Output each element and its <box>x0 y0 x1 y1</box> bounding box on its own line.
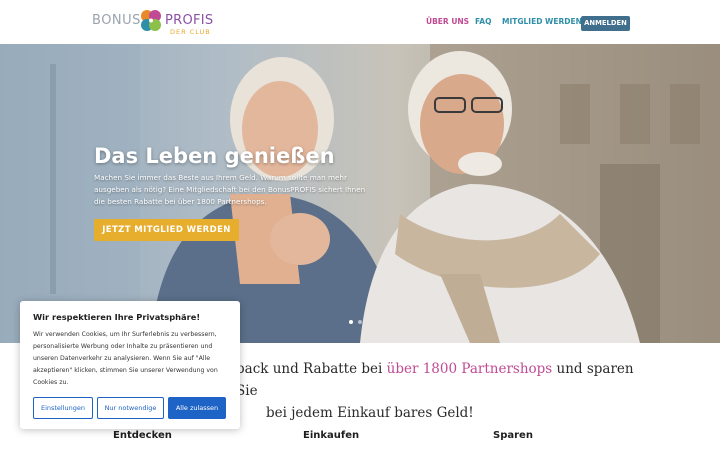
cookie-banner: Wir respektieren Ihre Privatsphäre! Wir … <box>20 301 240 429</box>
cookie-accept-button[interactable]: Alle zulassen <box>168 397 226 419</box>
join-now-button[interactable]: JETZT MITGLIED WERDEN <box>94 219 239 241</box>
slider-dot[interactable] <box>358 320 362 324</box>
cookie-title: Wir respektieren Ihre Privatsphäre! <box>33 312 201 322</box>
login-button[interactable]: ANMELDEN <box>581 16 630 31</box>
page: BONUS PROFIS DER CLUB ÜBER UNS FAQ MITGL… <box>0 0 720 450</box>
logo[interactable]: BONUS PROFIS DER CLUB <box>92 6 217 38</box>
site-header: BONUS PROFIS DER CLUB ÜBER UNS FAQ MITGL… <box>0 0 720 44</box>
intro-text: back und Rabatte bei über 1800 Partnersh… <box>236 358 656 424</box>
nav-faq[interactable]: FAQ <box>475 17 491 26</box>
column-title-entdecken: Entdecken <box>113 430 172 441</box>
logo-text-club: DER CLUB <box>170 28 211 36</box>
cookie-necessary-button[interactable]: Nur notwendige <box>97 397 164 419</box>
intro-highlight: über 1800 Partnershops <box>386 361 553 377</box>
logo-text-bonus: BONUS <box>92 13 141 28</box>
logo-text-profis: PROFIS <box>165 13 214 28</box>
clover-icon <box>141 10 161 31</box>
slider-dot-active[interactable] <box>349 320 353 324</box>
cookie-text: Wir verwenden Cookies, um Ihr Surferlebn… <box>33 331 218 386</box>
column-title-einkaufen: Einkaufen <box>303 430 360 441</box>
hero-slider: Das Leben genießen Machen Sie immer das … <box>0 44 720 343</box>
hero-title: Das Leben genießen <box>94 144 335 168</box>
nav-ueber-uns[interactable]: ÜBER UNS <box>426 17 469 26</box>
intro-text-part1: back und Rabatte bei <box>236 361 387 377</box>
cookie-settings-button[interactable]: Einstellungen <box>33 397 93 419</box>
intro-text-line2: bei jedem Einkauf bares Geld! <box>266 405 474 421</box>
nav-mitglied-werden[interactable]: MITGLIED WERDEN <box>502 17 582 26</box>
hero-text: Machen Sie immer das Beste aus Ihrem Gel… <box>94 173 366 206</box>
column-title-sparen: Sparen <box>493 430 533 441</box>
